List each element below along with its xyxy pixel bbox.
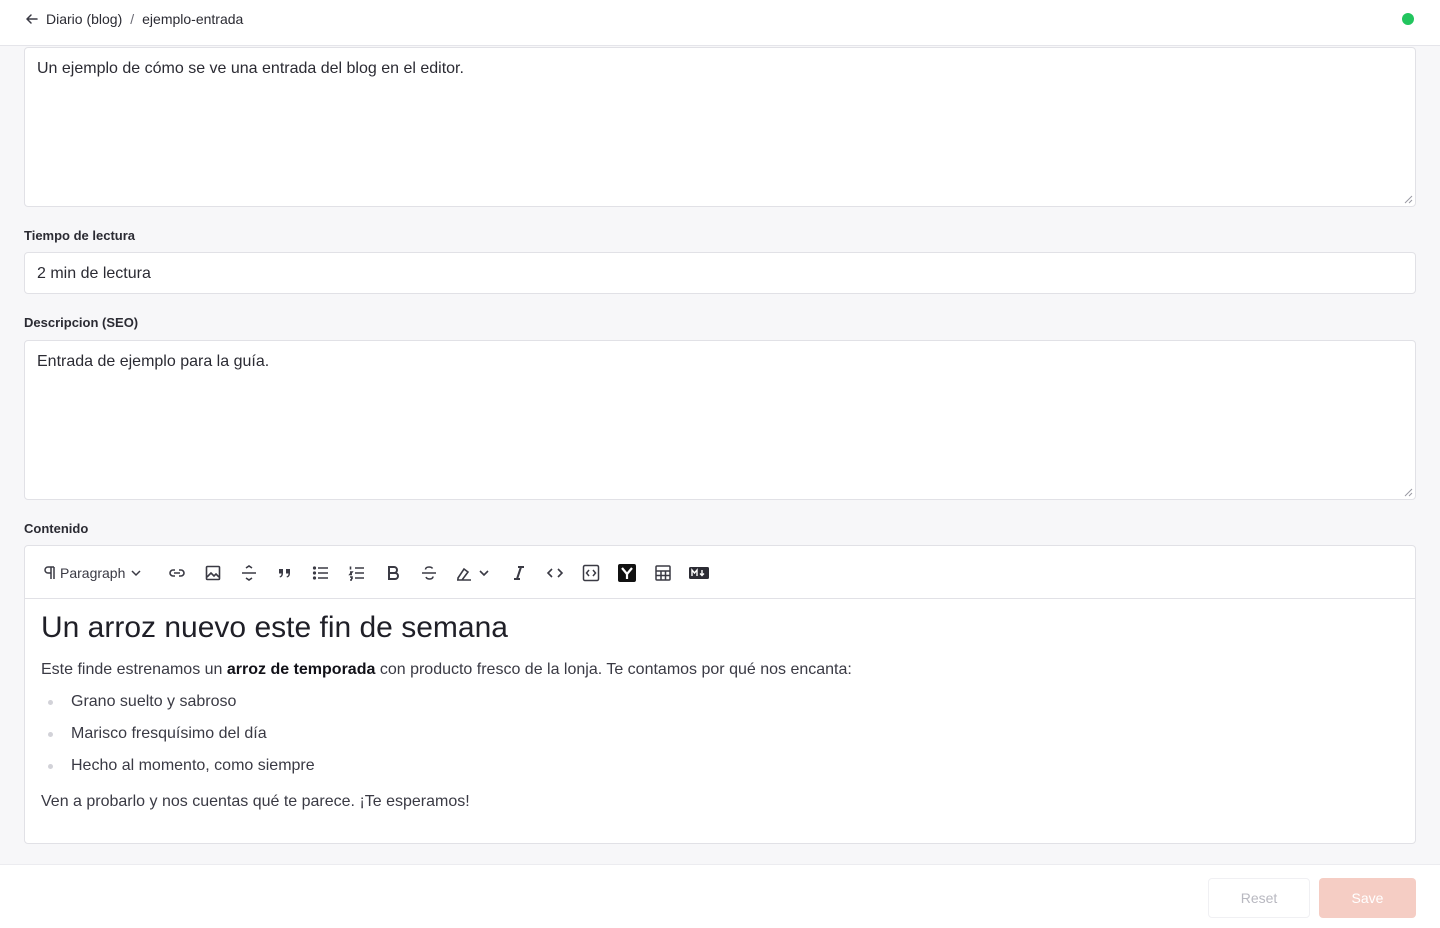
youtube-icon[interactable] (617, 563, 637, 583)
summary-textarea[interactable]: Un ejemplo de cómo se ve una entrada del… (24, 47, 1416, 207)
footer-bar: Reset Save (0, 864, 1440, 928)
content-bullet-list: Grano suelto y sabroso Marisco fresquísi… (41, 692, 1401, 776)
content-bold-text: arroz de temporada (226, 661, 376, 678)
summary-text: Un ejemplo de cómo se ve una entrada del… (37, 60, 464, 77)
bold-icon[interactable] (383, 563, 403, 583)
seo-description-label: Descripcion (SEO) (24, 315, 139, 330)
editor-content[interactable]: Un arroz nuevo este fin de semana Este f… (41, 600, 1401, 812)
reading-time-label: Tiempo de lectura (24, 228, 136, 243)
bullet-list-icon[interactable] (311, 563, 331, 583)
resize-handle-icon[interactable] (1404, 195, 1413, 204)
save-button[interactable]: Save (1319, 878, 1416, 918)
block-type-label: Paragraph (60, 565, 126, 581)
status-dot (1402, 13, 1414, 25)
seo-description-text: Entrada de ejemplo para la guía. (37, 353, 270, 370)
paragraph-icon (44, 566, 55, 579)
breadcrumb: Diario (blog) / ejemplo-entrada (46, 10, 243, 28)
highlight-icon[interactable] (455, 563, 491, 583)
chevron-down-icon (131, 570, 141, 577)
resize-handle-icon[interactable] (1404, 488, 1413, 497)
blockquote-icon[interactable] (275, 563, 295, 583)
code-block-icon[interactable] (581, 563, 601, 583)
breadcrumb-parent[interactable]: Diario (blog) (46, 10, 122, 28)
content-closing-paragraph: Ven a probarlo y nos cuentas qué te pare… (41, 793, 470, 810)
horizontal-rule-icon[interactable] (239, 563, 259, 583)
italic-icon[interactable] (509, 563, 529, 583)
arrow-left-icon[interactable] (24, 11, 40, 27)
reset-button[interactable]: Reset (1208, 878, 1310, 918)
markdown-icon[interactable] (689, 563, 709, 583)
table-icon[interactable] (653, 563, 673, 583)
reading-time-input[interactable]: 2 min de lectura (24, 252, 1416, 294)
image-icon[interactable] (203, 563, 223, 583)
link-icon[interactable] (167, 563, 187, 583)
breadcrumb-current: ejemplo-entrada (142, 11, 244, 27)
editor-toolbar: Paragraph (25, 546, 1415, 599)
strikethrough-icon[interactable] (419, 563, 439, 583)
inline-code-icon[interactable] (545, 563, 565, 583)
rich-text-editor[interactable]: Paragraph Un arroz nuevo este fin de sem… (24, 545, 1416, 844)
seo-description-textarea[interactable]: Entrada de ejemplo para la guía. (24, 340, 1416, 500)
content-intro-paragraph: Este finde estrenamos un arroz de tempor… (41, 661, 852, 678)
list-item: Hecho al momento, como siempre (41, 756, 1401, 776)
list-item: Marisco fresquísimo del día (41, 724, 1401, 744)
ordered-list-icon[interactable] (347, 563, 367, 583)
list-item: Grano suelto y sabroso (41, 692, 1401, 712)
block-type-select[interactable]: Paragraph (41, 562, 144, 584)
content-label: Contenido (24, 521, 89, 536)
reading-time-value: 2 min de lectura (37, 265, 151, 282)
breadcrumb-separator: / (130, 11, 135, 27)
top-bar: Diario (blog) / ejemplo-entrada (0, 0, 1440, 46)
content-heading: Un arroz nuevo este fin de semana (41, 611, 508, 644)
